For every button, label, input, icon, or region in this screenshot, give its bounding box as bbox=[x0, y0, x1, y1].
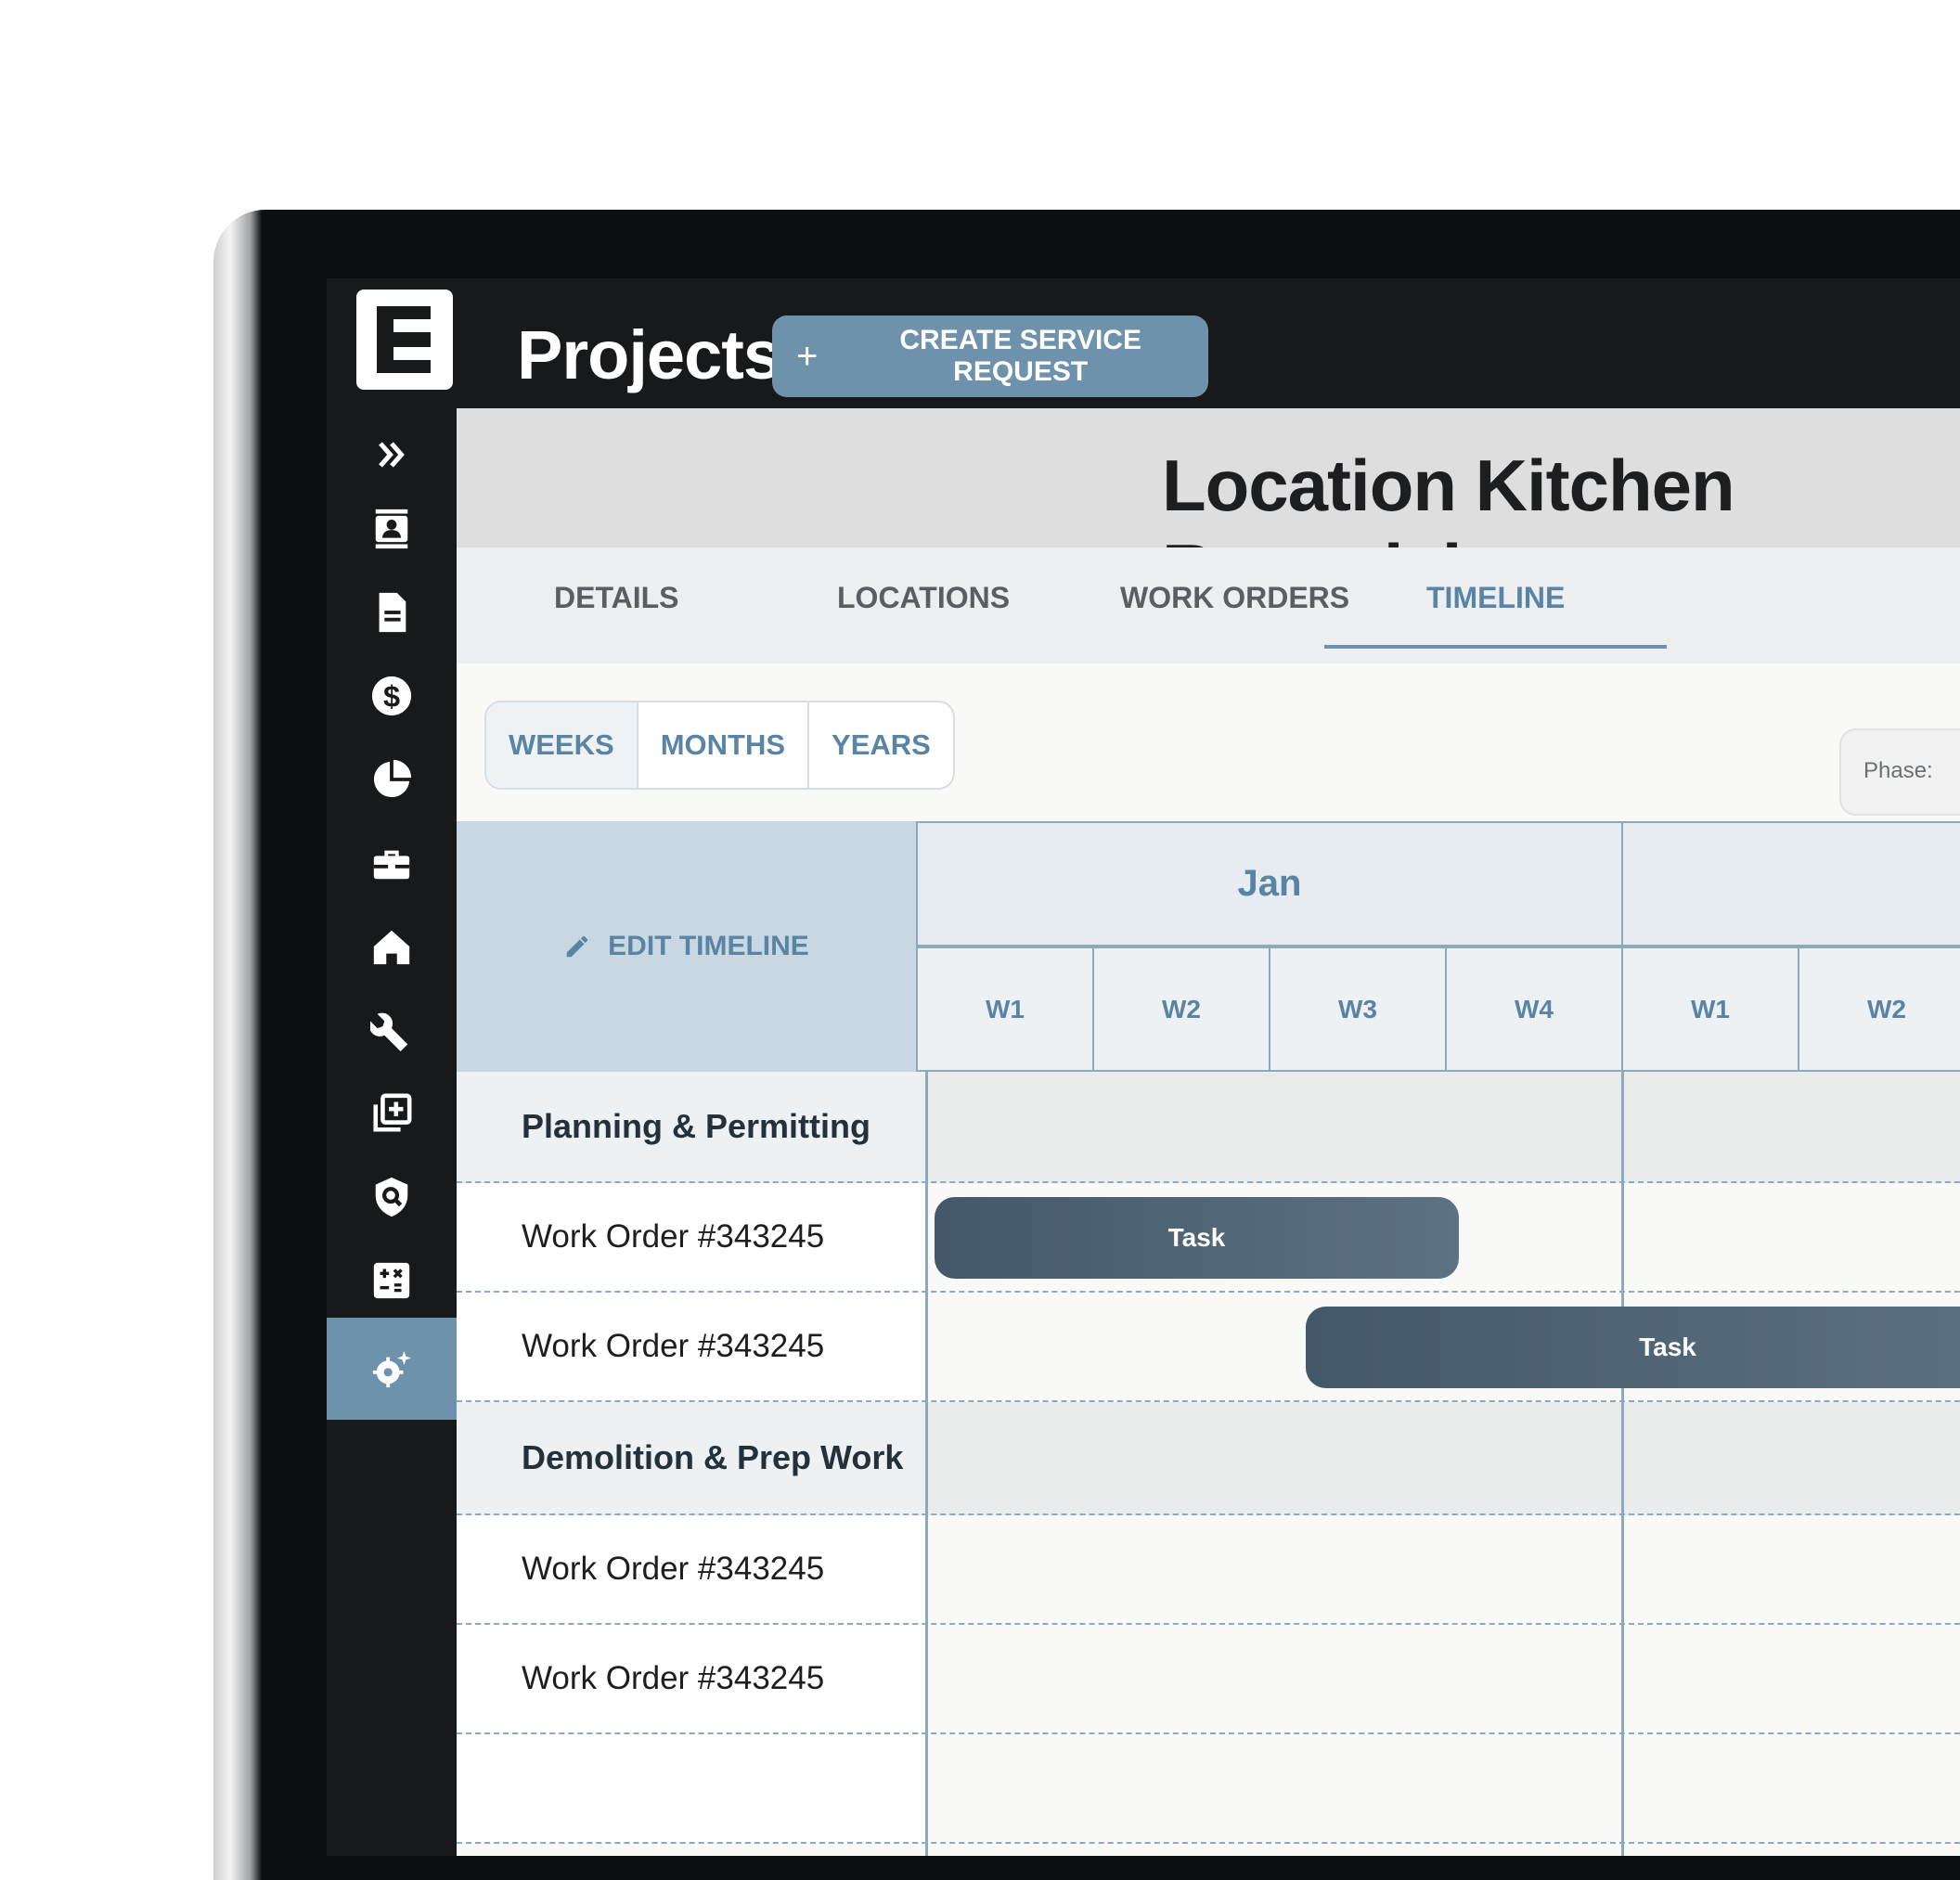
project-tabs: DETAILS LOCATIONS WORK ORDERS TIMELINE bbox=[457, 547, 1960, 663]
work-order-label[interactable]: Work Order #343245 bbox=[522, 1293, 824, 1400]
task-bar[interactable]: Task bbox=[1306, 1307, 1960, 1388]
phase-filter-label: Phase: bbox=[1863, 758, 1933, 783]
work-order-label[interactable]: Work Order #343245 bbox=[522, 1515, 824, 1623]
tab-timeline[interactable]: TIMELINE bbox=[1324, 581, 1668, 649]
months-button[interactable]: MONTHS bbox=[638, 702, 810, 788]
work-order-row[interactable]: Work Order #343245 bbox=[457, 1625, 1960, 1734]
create-service-request-label: CREATE SERVICE REQUEST bbox=[899, 325, 1141, 387]
work-order-label[interactable]: Work Order #343245 bbox=[522, 1625, 824, 1732]
month-header: Jan bbox=[916, 821, 1621, 946]
week-header: W4 bbox=[1445, 946, 1621, 1072]
create-service-request-button[interactable]: + CREATE SERVICE REQUEST bbox=[772, 315, 1208, 397]
phase-row: Demolition & Prep Work bbox=[457, 1402, 1960, 1515]
shield-search-icon[interactable] bbox=[327, 1151, 457, 1243]
task-bar[interactable]: Task bbox=[935, 1197, 1459, 1279]
app-logo[interactable] bbox=[356, 290, 453, 390]
toolbox-icon[interactable] bbox=[327, 817, 457, 909]
add-copy-icon[interactable] bbox=[327, 1067, 457, 1160]
sidebar-nav: $ bbox=[327, 408, 457, 1856]
calculator-icon[interactable] bbox=[327, 1234, 457, 1327]
grid-line bbox=[1621, 1072, 1624, 1856]
settings-sparkle-icon[interactable] bbox=[327, 1318, 457, 1420]
phase-label: Planning & Permitting bbox=[522, 1107, 871, 1145]
month-header bbox=[1621, 821, 1960, 946]
week-header: W1 bbox=[916, 946, 1092, 1072]
top-header: Projects + CREATE SERVICE REQUEST bbox=[327, 278, 1960, 408]
work-order-label[interactable]: Work Order #343245 bbox=[522, 1183, 824, 1291]
pie-chart-icon[interactable] bbox=[327, 733, 457, 826]
app-screen: Projects + CREATE SERVICE REQUEST $ Loca… bbox=[327, 278, 1960, 1856]
edit-timeline-label: EDIT TIMELINE bbox=[608, 931, 809, 961]
view-scale-toggle: WEEKS MONTHS YEARS bbox=[484, 701, 955, 790]
svg-text:$: $ bbox=[383, 680, 400, 714]
plus-icon: + bbox=[796, 335, 819, 377]
phase-row: Planning & Permitting bbox=[457, 1072, 1960, 1183]
wrench-icon[interactable] bbox=[327, 984, 457, 1076]
house-icon[interactable] bbox=[327, 900, 457, 993]
week-header: W2 bbox=[1798, 946, 1960, 1072]
tab-work-orders[interactable]: WORK ORDERS bbox=[1120, 581, 1349, 647]
gantt-chart: EDIT TIMELINE Jan W1 W2 W3 W4 W1 W2 Plan… bbox=[457, 821, 1960, 1856]
tab-details[interactable]: DETAILS bbox=[554, 581, 679, 647]
edit-timeline-button[interactable]: EDIT TIMELINE bbox=[457, 821, 916, 1072]
work-order-row[interactable]: Work Order #343245 bbox=[457, 1515, 1960, 1625]
years-button[interactable]: YEARS bbox=[809, 702, 953, 788]
week-header: W2 bbox=[1092, 946, 1269, 1072]
week-header: W1 bbox=[1621, 946, 1798, 1072]
timeline-content: WEEKS MONTHS YEARS Phase: EDIT TIMELINE … bbox=[457, 663, 1960, 1856]
project-header: Location Kitchen Remodel bbox=[457, 408, 1960, 611]
weeks-button[interactable]: WEEKS bbox=[486, 702, 638, 788]
contact-card-icon[interactable] bbox=[327, 483, 457, 575]
pencil-icon bbox=[566, 935, 588, 958]
dollar-icon[interactable]: $ bbox=[327, 650, 457, 742]
grid-line bbox=[925, 1072, 928, 1856]
tab-locations[interactable]: LOCATIONS bbox=[837, 581, 1010, 647]
phase-filter[interactable]: Phase: bbox=[1839, 728, 1960, 816]
page-title: Projects bbox=[517, 316, 781, 393]
work-order-row[interactable] bbox=[457, 1734, 1960, 1844]
phase-label: Demolition & Prep Work bbox=[522, 1438, 904, 1476]
week-header: W3 bbox=[1269, 946, 1445, 1072]
main-panel: Location Kitchen Remodel DETAILS LOCATIO… bbox=[457, 408, 1960, 1856]
document-icon[interactable] bbox=[327, 566, 457, 659]
